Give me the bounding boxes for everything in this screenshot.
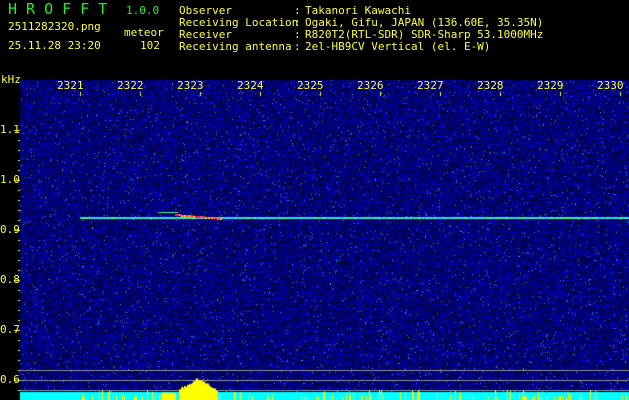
y-tick-label: 1.1 [0, 123, 20, 136]
x-tick-label: 2327 [417, 79, 444, 92]
y-tick-label: 0.8 [0, 273, 20, 286]
x-tick-label: 2326 [357, 79, 384, 92]
app-version: 1.0.0 [126, 4, 160, 17]
meteor-label: meteor [124, 26, 164, 39]
filename: 2511282320.png [8, 20, 101, 33]
app-logo: H R O F F T [8, 0, 108, 18]
x-tick-label: 2330 [597, 79, 624, 92]
x-tick-label: 2321 [57, 79, 84, 92]
meteor-count: 102 [140, 39, 160, 52]
x-tick-label: 2325 [297, 79, 324, 92]
y-tick-label: 0.7 [0, 323, 20, 336]
x-tick-label: 2329 [537, 79, 564, 92]
x-tick-label: 2322 [117, 79, 144, 92]
datetime: 25.11.28 23:20 [8, 39, 101, 52]
x-tick-label: 2328 [477, 79, 504, 92]
y-tick-label: 1.0 [0, 173, 20, 186]
sep: : [294, 40, 301, 53]
hrofft-window: H R O F F T 1.0.0 2511282320.png 25.11.2… [0, 0, 629, 400]
y-tick-label: 0.6 [0, 373, 20, 386]
x-tick-label: 2323 [177, 79, 204, 92]
antenna-label: Receiving antenna [179, 40, 292, 53]
y-unit: kHz [1, 73, 21, 86]
y-tick-label: 0.9 [0, 223, 20, 236]
spectrogram [0, 0, 629, 400]
x-tick-label: 2324 [237, 79, 264, 92]
antenna-value: 2el-HB9CV Vertical (el. E-W) [305, 40, 491, 53]
